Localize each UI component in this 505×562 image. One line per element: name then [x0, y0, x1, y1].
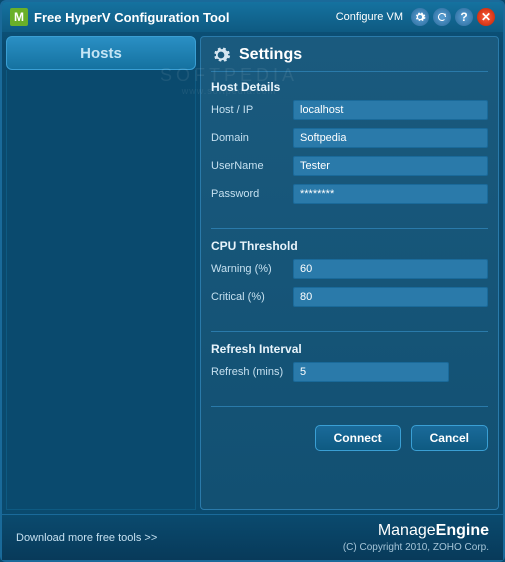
settings-header: Settings [211, 45, 488, 72]
app-window: M Free HyperV Configuration Tool Configu… [0, 0, 505, 562]
copyright: (C) Copyright 2010, ZOHO Corp. [343, 542, 489, 553]
sidebar: Hosts [6, 36, 196, 510]
brand-light: Manage [378, 522, 436, 539]
domain-input[interactable] [293, 128, 488, 148]
divider [211, 406, 488, 407]
warning-input[interactable] [293, 259, 488, 279]
cpu-threshold-title: CPU Threshold [211, 239, 488, 253]
brand-bold: Engine [436, 522, 489, 539]
refresh-interval-section: Refresh Interval Refresh (mins) [211, 342, 488, 390]
host-ip-label: Host / IP [211, 104, 293, 116]
domain-label: Domain [211, 132, 293, 144]
connect-button[interactable]: Connect [315, 425, 401, 451]
cpu-threshold-section: CPU Threshold Warning (%) Critical (%) [211, 239, 488, 315]
app-logo-icon: M [10, 8, 28, 26]
settings-icon[interactable] [411, 8, 429, 26]
password-label: Password [211, 188, 293, 200]
username-label: UserName [211, 160, 293, 172]
titlebar: M Free HyperV Configuration Tool Configu… [2, 2, 503, 32]
host-details-section: Host Details Host / IP Domain UserName P… [211, 80, 488, 212]
username-input[interactable] [293, 156, 488, 176]
refresh-input[interactable] [293, 362, 449, 382]
critical-label: Critical (%) [211, 291, 293, 303]
button-row: Connect Cancel [211, 425, 488, 451]
window-title: Free HyperV Configuration Tool [34, 10, 230, 25]
refresh-icon[interactable] [433, 8, 451, 26]
settings-panel: Settings Host Details Host / IP Domain U… [200, 36, 499, 510]
password-input[interactable] [293, 184, 488, 204]
refresh-interval-title: Refresh Interval [211, 342, 488, 356]
divider [211, 331, 488, 332]
host-details-title: Host Details [211, 80, 488, 94]
host-ip-input[interactable] [293, 100, 488, 120]
footer: Download more free tools >> ManageEngine… [2, 514, 503, 560]
help-icon[interactable]: ? [455, 8, 473, 26]
refresh-label: Refresh (mins) [211, 366, 293, 378]
settings-title: Settings [239, 46, 302, 64]
footer-brand: ManageEngine (C) Copyright 2010, ZOHO Co… [343, 522, 489, 553]
gear-icon [211, 45, 231, 65]
tab-label: Hosts [80, 45, 122, 62]
critical-input[interactable] [293, 287, 488, 307]
divider [211, 228, 488, 229]
tab-hosts[interactable]: Hosts [6, 36, 196, 70]
configure-vm-link[interactable]: Configure VM [336, 11, 403, 23]
close-icon[interactable]: ✕ [477, 8, 495, 26]
download-tools-link[interactable]: Download more free tools >> [16, 532, 157, 544]
body-area: Hosts Settings Host Details Host / IP Do… [2, 32, 503, 514]
cancel-button[interactable]: Cancel [411, 425, 488, 451]
hosts-list [6, 70, 196, 510]
warning-label: Warning (%) [211, 263, 293, 275]
